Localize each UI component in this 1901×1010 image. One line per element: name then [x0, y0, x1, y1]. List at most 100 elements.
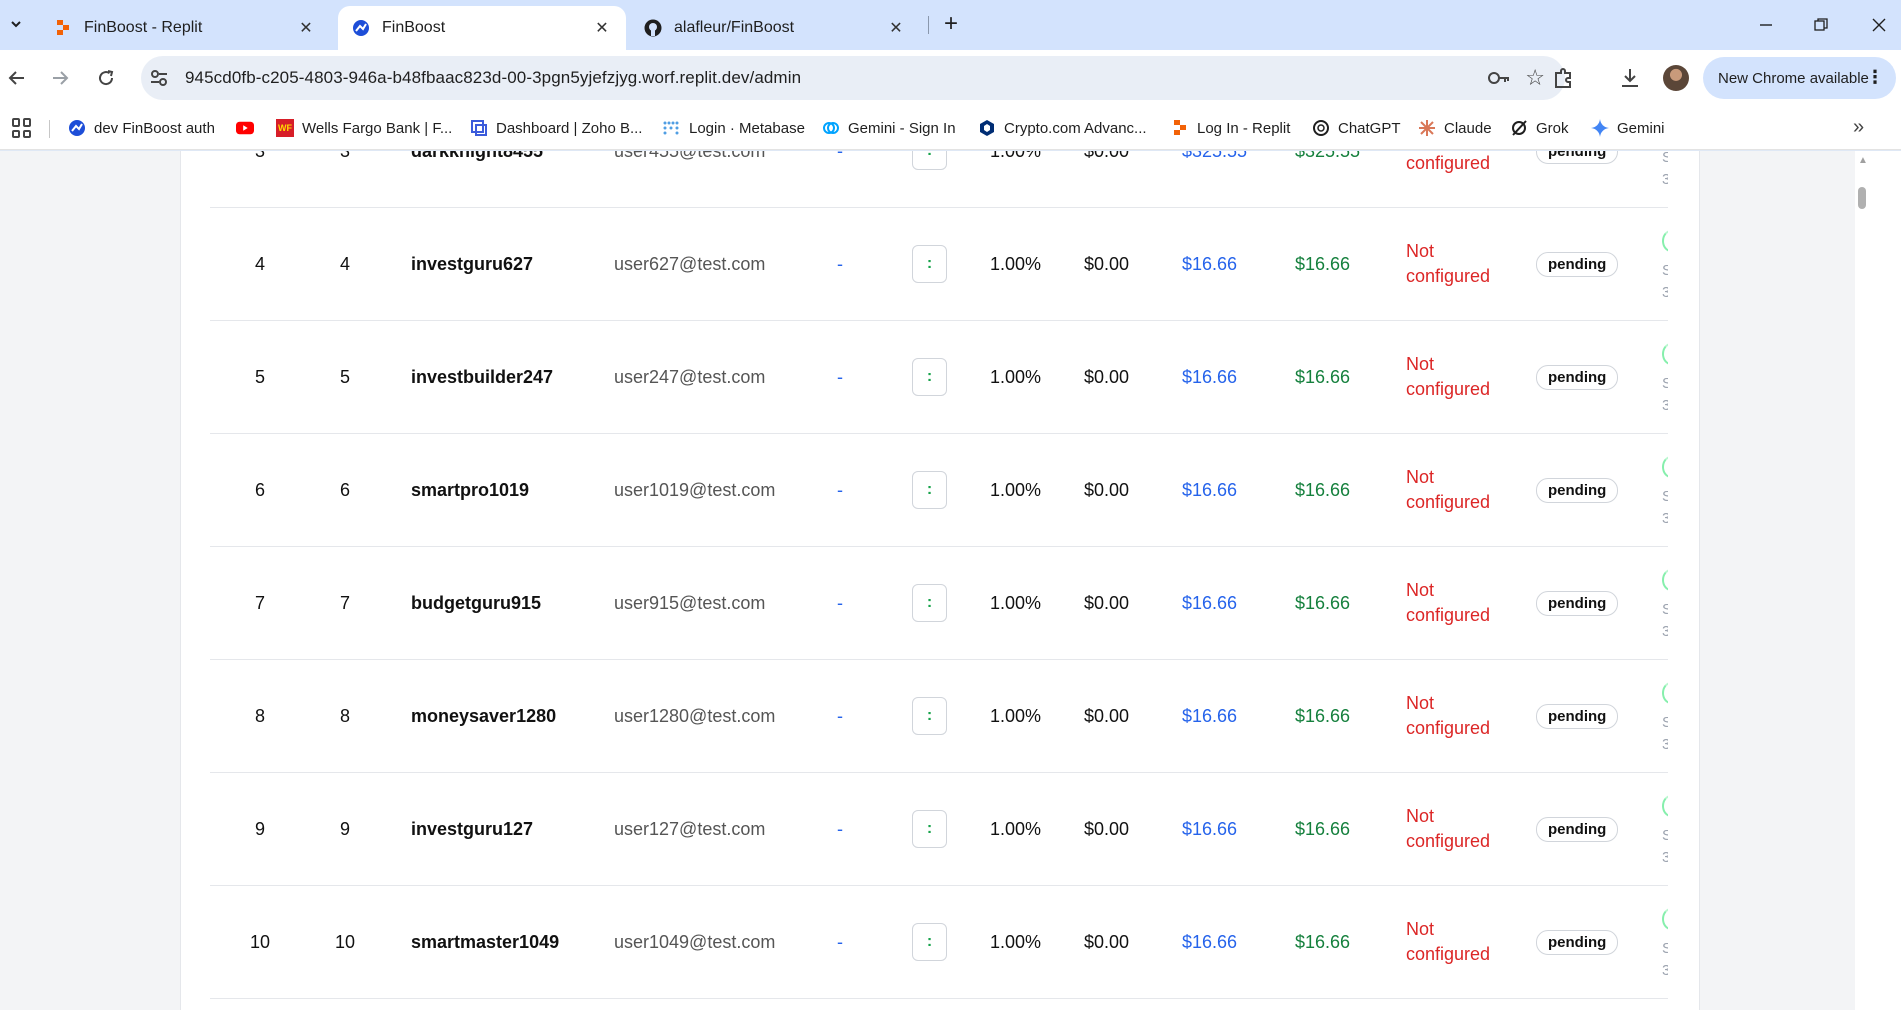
config-status-line: Not [1406, 467, 1435, 487]
window-close-icon[interactable] [1864, 10, 1894, 40]
total-cell: $16.66 [1295, 253, 1351, 274]
row-actions-button[interactable]: : [912, 151, 947, 170]
status-toggle-icon[interactable] [1662, 795, 1668, 817]
status-toggle-icon[interactable] [1662, 908, 1668, 930]
status-badge: pending [1536, 929, 1619, 955]
clipped-column: S3 [1662, 321, 1668, 433]
user-id-cell: 9 [339, 818, 350, 839]
username-cell: investguru127 [411, 818, 534, 839]
bookmark-wells-fargo[interactable]: WF Wells Fargo Bank | F... [276, 116, 452, 140]
bookmark-youtube[interactable] [236, 116, 262, 140]
bookmark-label: Gemini - Sign In [848, 119, 956, 137]
bookmark-divider [49, 120, 50, 138]
balance-cell: $0.00 [1084, 818, 1130, 839]
referral-link[interactable]: - [837, 151, 843, 207]
close-icon[interactable]: ✕ [886, 18, 906, 38]
extensions-icon[interactable] [1549, 64, 1577, 92]
bookmark-replit-login[interactable]: Log In - Replit [1171, 116, 1290, 140]
referral-link[interactable]: - [837, 886, 843, 998]
new-chrome-available-button[interactable]: New Chrome available ⋮ [1703, 57, 1896, 99]
admin-page: 33darkknight8455user455@test.com-:1.00%$… [0, 151, 1901, 1010]
profile-avatar[interactable] [1663, 65, 1689, 91]
site-settings-icon[interactable] [149, 68, 169, 88]
address-bar[interactable]: 945cd0fb-c205-4803-946a-b48fbaac823d-00-… [141, 56, 1565, 100]
bookmark-label: Wells Fargo Bank | F... [302, 119, 453, 137]
row-actions-button[interactable]: : [912, 697, 947, 735]
scroll-up-icon[interactable]: ▲ [1856, 155, 1870, 166]
status-badge: pending [1536, 816, 1619, 842]
reload-icon[interactable] [91, 63, 121, 93]
more-menu-icon[interactable]: ⋮ [1866, 67, 1884, 87]
rate-cell: 1.00% [990, 592, 1042, 613]
action-cell: : [912, 886, 947, 998]
status-cell: pending [1536, 434, 1619, 546]
row-actions-button[interactable]: : [912, 584, 947, 622]
bookmark-dev-finboost-auth[interactable]: dev FinBoost auth [68, 116, 215, 140]
forward-icon[interactable] [45, 63, 75, 93]
bookmark-grok[interactable]: Grok [1510, 116, 1569, 140]
row-actions-button[interactable]: : [912, 810, 947, 848]
tab-title: FinBoost [382, 19, 446, 36]
tab-title: alafleur/FinBoost [674, 19, 795, 36]
bookmark-star-icon[interactable]: ☆ [1525, 65, 1545, 91]
close-icon[interactable]: ✕ [296, 18, 316, 38]
bookmark-gemini-sign-in[interactable]: Gemini - Sign In [822, 116, 956, 140]
bookmark-zoho-dashboard[interactable]: Dashboard | Zoho B... [470, 116, 642, 140]
grok-icon [1510, 119, 1528, 137]
close-icon[interactable]: ✕ [592, 18, 612, 38]
password-key-icon[interactable] [1487, 68, 1511, 88]
balance-cell: $0.00 [1084, 931, 1130, 952]
tab-github-finboost[interactable]: alafleur/FinBoost ✕ [630, 6, 920, 50]
finboost-icon [352, 19, 370, 37]
status-badge: pending [1536, 477, 1619, 503]
action-cell: : [912, 660, 947, 772]
bookmark-claude[interactable]: Claude [1418, 116, 1492, 140]
action-cell: : [912, 151, 947, 207]
referral-link[interactable]: - [837, 547, 843, 659]
bookmark-chatgpt[interactable]: ChatGPT [1312, 116, 1401, 140]
bookmark-gemini[interactable]: Gemini [1591, 116, 1665, 140]
github-icon [644, 19, 662, 37]
referral-link[interactable]: - [837, 773, 843, 885]
minimize-icon[interactable] [1751, 10, 1781, 40]
scrollbar-thumb[interactable] [1858, 187, 1866, 209]
user-id-cell: 7 [339, 592, 350, 613]
clipped-text-line: 3 [1662, 397, 1668, 414]
clipped-text-line: S [1662, 488, 1668, 505]
status-toggle-icon[interactable] [1662, 230, 1668, 252]
clipped-text: S3 [1662, 373, 1668, 417]
back-icon[interactable] [2, 63, 32, 93]
status-toggle-icon[interactable] [1662, 569, 1668, 591]
clipped-text-line: S [1662, 262, 1668, 279]
table-row: 4 4 investguru627 user627@test.com -: 1.00% $0… [210, 208, 1668, 321]
row-actions-button[interactable]: : [912, 245, 947, 283]
status-toggle-icon[interactable] [1662, 682, 1668, 704]
config-status-line: Not [1406, 919, 1435, 939]
bookmark-metabase[interactable]: Login · Metabase [663, 116, 805, 140]
referral-link[interactable]: - [837, 434, 843, 546]
earnings-cell: $16.66 [1182, 366, 1238, 387]
status-cell: pending [1536, 886, 1619, 998]
status-toggle-icon[interactable] [1662, 456, 1668, 478]
apps-grid-icon[interactable] [12, 118, 32, 138]
bookmark-crypto-com[interactable]: Crypto.com Advanc... [978, 116, 1147, 140]
restore-icon[interactable] [1806, 10, 1836, 40]
status-toggle-icon[interactable] [1662, 343, 1668, 365]
email-cell: user1049@test.com [614, 931, 776, 952]
row-actions-button[interactable]: : [912, 923, 947, 961]
rank-cell: 9 [254, 818, 265, 839]
row-actions-button[interactable]: : [912, 358, 947, 396]
referral-link[interactable]: - [837, 208, 843, 320]
browser-toolbar: 945cd0fb-c205-4803-946a-b48fbaac823d-00-… [0, 50, 1901, 106]
new-tab-button[interactable]: + [939, 12, 963, 37]
row-actions-button[interactable]: : [912, 471, 947, 509]
tab-finboost-replit[interactable]: FinBoost - Replit ✕ [40, 6, 330, 50]
download-icon[interactable] [1616, 64, 1644, 92]
bookmarks-overflow-icon[interactable]: » [1853, 116, 1864, 139]
chatgpt-icon [1312, 119, 1330, 137]
page-scrollbar[interactable] [1855, 151, 1901, 1010]
referral-link[interactable]: - [837, 660, 843, 772]
tab-search-chevron-icon[interactable] [4, 12, 28, 36]
referral-link[interactable]: - [837, 321, 843, 433]
tab-finboost[interactable]: FinBoost ✕ [338, 6, 626, 50]
